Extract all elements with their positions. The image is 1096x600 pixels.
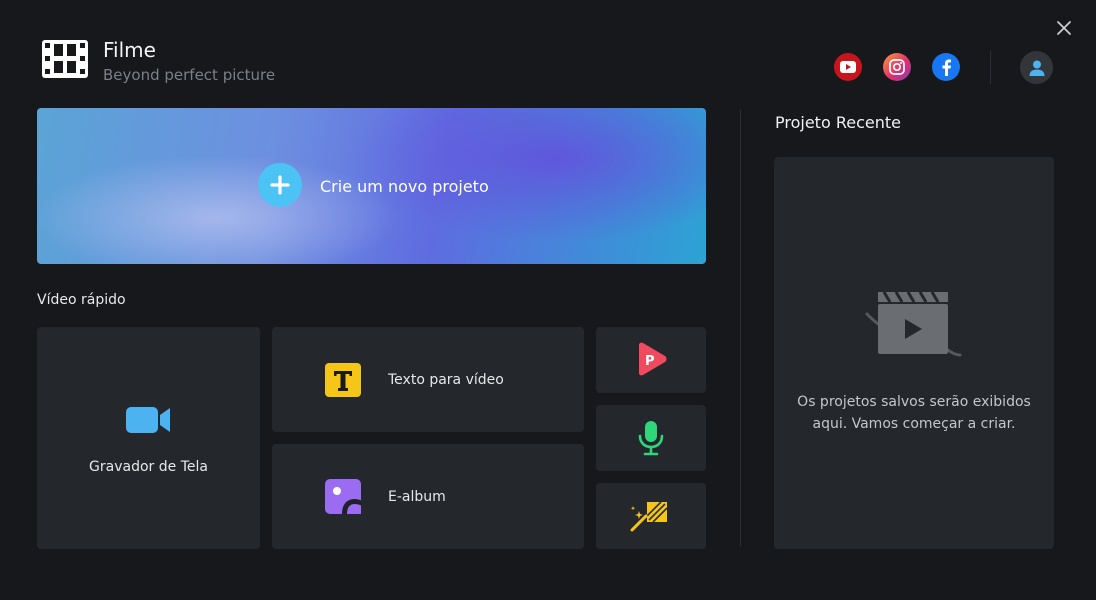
play-p-icon: P (639, 342, 667, 376)
recent-projects-panel: Os projetos salvos serão exibidos aqui. … (774, 157, 1054, 549)
photo-album-icon (325, 479, 361, 514)
text-to-video-label: Texto para vídeo (388, 372, 504, 388)
text-t-icon (325, 363, 361, 397)
quick-video-title: Vídeo rápido (37, 292, 126, 308)
app-title: Filme (103, 38, 156, 62)
recent-projects-title: Projeto Recente (775, 113, 901, 132)
header-divider (990, 51, 991, 84)
screen-recorder-label: Gravador de Tela (89, 459, 208, 475)
close-icon (1057, 21, 1071, 35)
svg-text:P: P (645, 354, 655, 369)
empty-state-line-2: aqui. Vamos começar a criar. (812, 416, 1016, 432)
facebook-icon (942, 59, 951, 76)
empty-state-message: Os projetos salvos serão exibidos aqui. … (774, 391, 1054, 435)
quick-tool-play-card[interactable]: P (596, 327, 706, 393)
quick-tool-effects-card[interactable] (596, 483, 706, 549)
text-to-video-card[interactable]: Texto para vídeo (272, 327, 584, 432)
facebook-button[interactable] (932, 53, 960, 81)
youtube-button[interactable] (834, 53, 862, 81)
app-subtitle: Beyond perfect picture (103, 66, 276, 84)
video-camera-icon (126, 407, 170, 433)
e-album-card[interactable]: E-album (272, 444, 584, 549)
close-button[interactable] (1052, 16, 1076, 40)
create-project-button[interactable]: Crie um novo projeto (37, 108, 706, 264)
instagram-button[interactable] (883, 53, 911, 81)
user-icon (1029, 60, 1044, 76)
quick-tool-voice-card[interactable] (596, 405, 706, 471)
magic-wand-icon (630, 501, 668, 532)
panel-divider (740, 110, 741, 546)
empty-state-line-1: Os projetos salvos serão exibidos (797, 394, 1031, 410)
create-project-label: Crie um novo projeto (320, 177, 489, 196)
instagram-icon (889, 59, 905, 75)
account-button[interactable] (1020, 51, 1053, 84)
screen-recorder-card[interactable]: Gravador de Tela (37, 327, 260, 549)
e-album-label: E-album (388, 489, 446, 505)
clapperboard-icon (865, 291, 962, 357)
film-strip-icon (42, 40, 88, 78)
youtube-icon (840, 61, 856, 73)
plus-icon (258, 163, 302, 207)
microphone-icon (638, 421, 664, 456)
